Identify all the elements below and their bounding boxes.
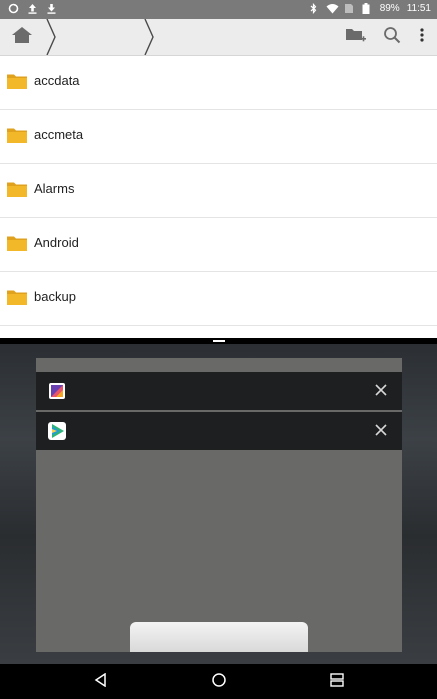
list-item[interactable]: accdata (0, 56, 437, 110)
app-preview-button (130, 622, 308, 652)
recent-apps-stack (36, 358, 402, 652)
download-icon (46, 3, 57, 14)
folder-icon (7, 181, 27, 197)
breadcrumb-separator (46, 19, 56, 55)
file-name: accdata (34, 73, 80, 88)
back-icon (94, 672, 108, 692)
new-folder-button[interactable] (342, 23, 370, 51)
overflow-menu-icon (419, 27, 425, 48)
bluetooth-icon (308, 2, 319, 15)
home-nav-button[interactable] (207, 670, 231, 694)
navigation-bar (0, 664, 437, 699)
file-list: accdata accmeta Alarms Android backup (0, 56, 437, 338)
recents-area (0, 344, 437, 664)
folder-icon (7, 289, 27, 305)
status-right-icons: 89% 11:51 (308, 2, 431, 15)
file-manager-toolbar (0, 19, 437, 56)
status-bar: 89% 11:51 (0, 0, 437, 19)
file-name: Alarms (34, 181, 75, 196)
status-left-icons (8, 3, 57, 14)
list-item[interactable]: Android (0, 218, 437, 272)
divider-handle[interactable] (213, 340, 225, 342)
back-button[interactable] (89, 670, 113, 694)
close-icon[interactable] (372, 381, 390, 399)
recent-app-card[interactable] (36, 372, 402, 410)
close-icon[interactable] (372, 421, 390, 439)
battery-percentage: 89% (379, 3, 400, 14)
file-name: backup (34, 289, 76, 304)
gallery-app-icon (48, 382, 66, 400)
upload-icon (27, 3, 38, 14)
home-circle-icon (211, 672, 227, 693)
new-folder-icon (345, 26, 367, 49)
folder-icon (7, 235, 27, 251)
video-player-app-icon (48, 422, 66, 440)
folder-icon (7, 73, 27, 89)
overflow-menu-button[interactable] (408, 23, 436, 51)
sim-icon (344, 3, 355, 14)
search-icon (383, 26, 401, 49)
list-item[interactable]: backup (0, 272, 437, 326)
recent-app-card[interactable] (36, 412, 402, 450)
breadcrumb-current[interactable] (58, 19, 140, 55)
wifi-icon (326, 3, 339, 14)
file-name: accmeta (34, 127, 84, 142)
sync-icon (8, 3, 19, 14)
list-item[interactable]: Alarms (0, 164, 437, 218)
home-button[interactable] (8, 23, 36, 51)
search-button[interactable] (378, 23, 406, 51)
list-item[interactable]: accmeta (0, 110, 437, 164)
file-name: Android (34, 235, 79, 250)
breadcrumb-separator (144, 19, 154, 55)
recents-button[interactable] (325, 670, 349, 694)
folder-icon (7, 127, 27, 143)
home-icon (11, 26, 33, 49)
battery-icon (362, 3, 373, 14)
recents-icon (330, 672, 344, 692)
clock: 11:51 (406, 3, 431, 14)
